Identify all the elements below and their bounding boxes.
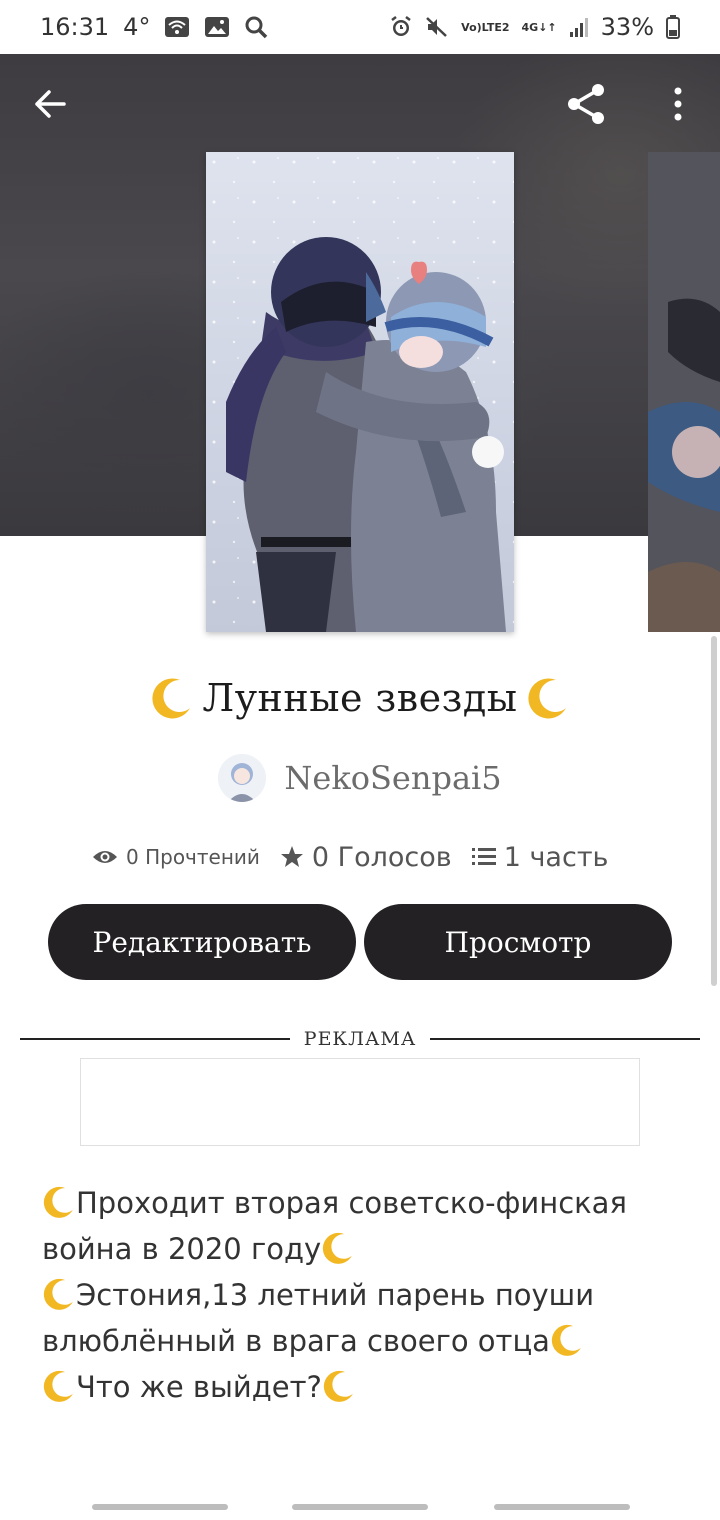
status-right: Vo) LTE2 4G ↓↑ 33%: [389, 13, 680, 41]
divider-line: [20, 1038, 290, 1040]
arrow-left-icon: [35, 90, 66, 118]
description-text-5: Что же выйдет?: [76, 1370, 322, 1404]
cover-illustration: [206, 152, 514, 632]
story-cover-image[interactable]: [206, 152, 514, 632]
bottom-navigation-hint: [0, 1498, 720, 1518]
description-text-2: война в 2020 году: [42, 1232, 322, 1266]
description-text-4: влюблённый в врага своего отца: [42, 1324, 550, 1358]
wifi-icon: [164, 16, 190, 38]
crescent-moon-icon: [43, 1370, 73, 1402]
more-options-button[interactable]: [656, 78, 700, 130]
search-icon: [244, 15, 268, 39]
more-vertical-icon: [674, 87, 682, 121]
author-name[interactable]: NekoSenpai5: [284, 759, 501, 797]
net-4g-bottom: ↓↑: [538, 20, 557, 34]
volte-bottom: LTE2: [481, 20, 510, 34]
crescent-moon-icon: [323, 1232, 353, 1264]
ad-banner[interactable]: [80, 1058, 640, 1146]
edit-button[interactable]: Редактировать: [48, 904, 356, 980]
share-button[interactable]: [560, 78, 612, 130]
battery-percent: 33%: [600, 13, 654, 41]
next-cover-preview[interactable]: [648, 152, 720, 632]
ad-label: РЕКЛАМА: [303, 1028, 417, 1050]
description-line: влюблённый в врага своего отца: [42, 1318, 682, 1364]
gallery-icon: [204, 16, 230, 38]
crescent-moon-icon: [526, 676, 570, 720]
description-text-1: Проходит вторая советско-финская: [76, 1186, 627, 1220]
avatar[interactable]: [218, 754, 267, 802]
story-title-row: Лунные звезды: [0, 668, 720, 728]
parts-stat[interactable]: 1 часть: [471, 842, 609, 873]
battery-icon: [666, 15, 680, 39]
crescent-moon-icon: [150, 676, 194, 720]
nav-hint-bar[interactable]: [494, 1504, 630, 1510]
status-bar: 16:31 4° Vo) LTE2 4G ↓↑ 33%: [0, 0, 720, 54]
crescent-moon-icon: [551, 1324, 581, 1356]
signal-icon: [569, 16, 589, 38]
back-button[interactable]: [26, 80, 74, 128]
story-title: Лунные звезды: [202, 676, 518, 720]
description-line: война в 2020 году: [42, 1226, 682, 1272]
crescent-moon-icon: [323, 1370, 353, 1402]
nav-hint-bar[interactable]: [292, 1504, 428, 1510]
description-text-3: Эстония,13 летний парень поуши: [76, 1278, 595, 1312]
reads-stat: 0 Прочтений: [92, 845, 260, 869]
next-cover-illustration: [648, 152, 720, 632]
divider-line: [430, 1038, 701, 1040]
status-left: 16:31 4°: [40, 13, 268, 41]
parts-count[interactable]: 1 часть: [504, 842, 609, 873]
author-row[interactable]: NekoSenpai5: [0, 748, 720, 808]
star-icon: [280, 846, 303, 867]
status-time: 16:31: [40, 13, 110, 41]
list-icon: [471, 848, 496, 865]
ad-divider: РЕКЛАМА: [20, 1024, 701, 1054]
description-line: Что же выйдет?: [42, 1364, 682, 1410]
crescent-moon-icon: [43, 1186, 73, 1218]
nav-hint-bar[interactable]: [92, 1504, 228, 1510]
description-line: Эстония,13 летний парень поуши: [42, 1272, 682, 1318]
reads-count: 0 Прочтений: [126, 845, 260, 869]
story-stats: 0 Прочтений 0 Голосов 1 часть: [92, 832, 652, 882]
status-temperature: 4°: [123, 13, 151, 41]
votes-stat: 0 Голосов: [280, 842, 452, 873]
volte-top: Vo): [461, 20, 482, 34]
description-line: Проходит вторая советско-финская: [42, 1180, 682, 1226]
network-4g-indicator: 4G ↓↑: [522, 22, 557, 33]
share-icon: [568, 84, 604, 124]
story-actions: Редактировать Просмотр: [48, 904, 672, 982]
volte-indicator: Vo) LTE2: [461, 22, 509, 33]
alarm-icon: [389, 15, 413, 39]
story-description: Проходит вторая советско-финская война в…: [42, 1180, 682, 1410]
eye-icon: [93, 851, 117, 863]
votes-count: 0 Голосов: [311, 841, 452, 873]
net-4g-top: 4G: [521, 20, 539, 34]
mute-icon: [425, 15, 449, 39]
crescent-moon-icon: [43, 1278, 73, 1310]
view-button[interactable]: Просмотр: [364, 904, 672, 980]
